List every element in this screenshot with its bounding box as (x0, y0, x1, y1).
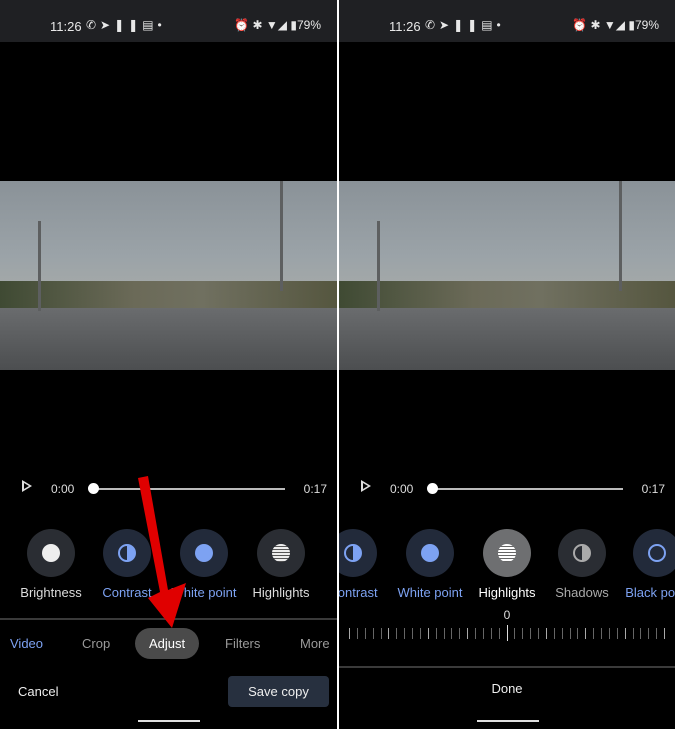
slider-tick (624, 627, 626, 639)
slider-tick (419, 627, 421, 639)
slider-tick (585, 627, 587, 639)
play-icon[interactable] (361, 480, 371, 492)
system-icons: ⏰ ✱ ▼◢ ▮79% (572, 18, 659, 32)
left-screen: 11:26 ✆➤❚❚▤• ⏰ ✱ ▼◢ ▮79% 0:00 0:17 Brigh… (0, 0, 337, 729)
done-button[interactable]: Done (339, 681, 675, 696)
slider-tick (530, 627, 532, 639)
slider-tick (482, 627, 484, 639)
slider-tick (601, 627, 602, 639)
slider-tick (561, 627, 563, 639)
slider-tick (632, 627, 634, 639)
tool-white-point[interactable]: White point (390, 529, 470, 600)
slider-tick (459, 627, 461, 639)
status-bar: 11:26 ✆➤❚❚▤• ⏰ ✱ ▼◢ ▮79% (339, 0, 675, 42)
slider-tick (553, 627, 555, 639)
video-timeline: 0:00 0:17 (339, 478, 675, 500)
slider-tick (427, 627, 429, 639)
notification-icons: ✆➤❚❚▤• (425, 18, 505, 32)
red-arrow-annotation (138, 476, 186, 628)
tool-label: Black point (625, 585, 675, 600)
scrubber-track[interactable] (432, 488, 623, 490)
slider-tick (388, 627, 390, 639)
right-screen: 11:26 ✆➤❚❚▤• ⏰ ✱ ▼◢ ▮79% 0:00 0:17 Contr… (339, 0, 675, 729)
slider-tick (435, 627, 437, 639)
slider-tick (349, 627, 350, 639)
tool-highlights[interactable]: Highlights (467, 529, 547, 600)
slider-tick (577, 627, 579, 639)
slider-tick (443, 627, 445, 639)
tool-black-point[interactable]: Black point (617, 529, 675, 600)
duration: 0:17 (641, 482, 665, 496)
clock: 11:26 (389, 19, 421, 34)
highlights-slider[interactable] (349, 625, 665, 641)
white-point-icon (421, 544, 439, 562)
contrast-icon (344, 544, 362, 562)
slider-tick (467, 627, 469, 639)
slider-tick (356, 627, 358, 639)
slider-tick (506, 625, 508, 641)
slider-tick (451, 627, 453, 639)
slider-tick (648, 627, 650, 639)
current-time: 0:00 (390, 482, 414, 496)
slider-tick (396, 627, 398, 639)
black-point-icon (648, 544, 666, 562)
slider-tick (545, 627, 547, 639)
slider-tick (364, 627, 366, 639)
video-preview[interactable] (339, 181, 675, 370)
slider-tick (380, 627, 382, 639)
divider (339, 666, 675, 668)
tool-shadows[interactable]: Shadows (542, 529, 622, 600)
slider-tick (412, 627, 413, 639)
slider-tick (498, 627, 500, 639)
tool-label: White point (397, 585, 463, 600)
slider-tick (372, 627, 374, 639)
scrubber-handle[interactable] (427, 483, 438, 494)
slider-tick (656, 627, 658, 639)
slider-tick (640, 627, 642, 639)
highlights-icon (498, 544, 516, 562)
slider-value: 0 (503, 608, 511, 622)
slider-tick (404, 627, 406, 639)
tool-contrast[interactable]: Contrast (339, 529, 393, 600)
slider-tick (490, 627, 492, 639)
tool-label: Contrast (339, 585, 378, 600)
screen-separator (337, 0, 339, 729)
tool-label: Highlights (478, 585, 536, 600)
shadows-icon (573, 544, 591, 562)
home-indicator[interactable] (477, 720, 539, 722)
slider-tick (522, 627, 524, 639)
slider-tick (475, 627, 476, 639)
slider-tick (538, 627, 539, 639)
battery-level: 79% (634, 18, 659, 32)
slider-tick (664, 627, 665, 639)
slider-tick (616, 627, 618, 639)
slider-tick (569, 627, 571, 639)
slider-tick (514, 627, 516, 639)
slider-tick (593, 627, 595, 639)
slider-tick (608, 627, 610, 639)
tool-label: Shadows (555, 585, 609, 600)
